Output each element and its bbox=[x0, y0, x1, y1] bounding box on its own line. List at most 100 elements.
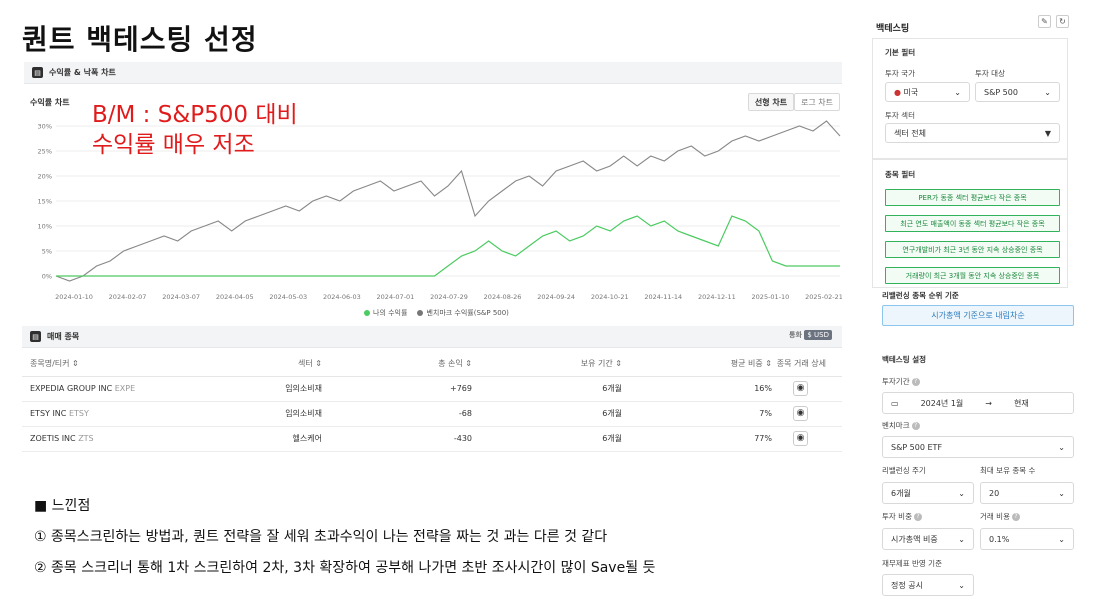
col-header-period[interactable]: 보유 기간 ⇕ bbox=[472, 352, 622, 377]
chevron-down-icon: ⌄ bbox=[1058, 488, 1065, 498]
legend-item-benchmark[interactable]: 벤치마크 수익률(S&P 500) bbox=[417, 308, 509, 318]
trades-panel-header: ▤ 매매 종목 통화 $ USD bbox=[22, 326, 842, 348]
stock-weight: 16% bbox=[622, 376, 772, 402]
settings-title: 백테스팅 설정 bbox=[882, 355, 927, 364]
x-tick-label: 2024-02-07 bbox=[109, 293, 147, 301]
legend-item-my-return[interactable]: 나의 수익률 bbox=[364, 308, 407, 318]
col-header-pnl[interactable]: 총 손익 ⇕ bbox=[322, 352, 472, 377]
chevron-down-icon: ⌄ bbox=[958, 488, 965, 498]
annotation-line-1: B/M : S&P500 대비 bbox=[92, 102, 298, 128]
stock-sector: 임의소비재 bbox=[212, 401, 322, 427]
notes-section: ■ 느낀점 ① 종목스크린하는 방법과, 퀀트 전략을 잘 세워 초과수익이 나… bbox=[34, 495, 655, 588]
stock-weight: 7% bbox=[622, 401, 772, 427]
col-header-sector[interactable]: 섹터 ⇕ bbox=[212, 352, 322, 377]
benchmark-select[interactable]: S&P 500 ETF ⌄ bbox=[882, 436, 1074, 458]
target-select[interactable]: S&P 500 ⌄ bbox=[975, 82, 1060, 102]
target-label: 투자 대상 bbox=[975, 69, 1005, 78]
help-icon[interactable]: ? bbox=[911, 422, 920, 430]
filter-item[interactable]: 최근 연도 매출액이 동종 섹터 평균보다 작은 종목 bbox=[885, 215, 1060, 232]
x-tick-label: 2024-11-14 bbox=[644, 293, 682, 301]
stock-pnl: -430 bbox=[322, 426, 472, 452]
col-header-weight[interactable]: 평균 비중 ⇕ bbox=[622, 352, 772, 377]
notes-line-1: ① 종목스크린하는 방법과, 퀀트 전략을 잘 세워 초과수익이 나는 전략을 … bbox=[34, 529, 608, 545]
rebalance-rank-label: 리밸런싱 종목 순위 기준 bbox=[882, 291, 959, 300]
stock-ticker: EXPE bbox=[114, 384, 136, 393]
x-tick-label: 2024-07-29 bbox=[430, 293, 468, 301]
chart-panel-title: 수익률 & 낙폭 차트 bbox=[49, 68, 116, 77]
annotation-text: B/M : S&P500 대비 수익률 매우 저조 bbox=[92, 100, 298, 160]
rebalance-cycle-label: 리밸런싱 주기 bbox=[882, 466, 926, 475]
x-tick-label: 2024-04-05 bbox=[216, 293, 254, 301]
eye-icon[interactable]: ◉ bbox=[793, 431, 808, 446]
eye-icon[interactable]: ◉ bbox=[793, 406, 808, 421]
filter-icon: ▼ bbox=[1044, 128, 1051, 138]
fee-label: 거래 비용? bbox=[980, 511, 1020, 522]
filter-item[interactable]: 거래량이 최근 3개월 동안 지속 상승중인 종목 bbox=[885, 267, 1060, 284]
stock-filter-title: 종목 필터 bbox=[885, 170, 916, 179]
financial-label: 재무제표 반영 기준 bbox=[882, 559, 942, 568]
x-tick-label: 2024-03-07 bbox=[162, 293, 200, 301]
chart-panel-header: ▤ 수익률 & 낙폭 차트 bbox=[24, 62, 842, 84]
fee-select[interactable]: 0.1% ⌄ bbox=[980, 528, 1074, 550]
chevron-down-icon: ⌄ bbox=[954, 87, 961, 97]
chevron-down-icon: ⌄ bbox=[1044, 87, 1051, 97]
help-icon[interactable]: ? bbox=[1011, 513, 1020, 521]
table-header-row: 종목명/티커 ⇕ 섹터 ⇕ 총 손익 ⇕ 보유 기간 ⇕ 평균 비중 ⇕ 종목 … bbox=[22, 352, 842, 377]
stock-sector: 헬스케어 bbox=[212, 426, 322, 452]
y-tick-label: 25% bbox=[38, 148, 52, 156]
sidebar-title: 백테스팅 bbox=[876, 24, 910, 34]
calendar-icon: ▭ bbox=[891, 398, 899, 408]
table-row[interactable]: ZOETIS INC ZTS 헬스케어 -430 6개월 77% ◉ bbox=[22, 426, 842, 452]
period-range-picker[interactable]: ▭ 2024년 1월 → 현재 bbox=[882, 392, 1074, 414]
y-tick-label: 20% bbox=[38, 173, 52, 181]
stock-pnl: +769 bbox=[322, 376, 472, 402]
rebalance-rank-button[interactable]: 시가총액 기준으로 내림차순 bbox=[882, 305, 1074, 326]
country-label: 투자 국가 bbox=[885, 69, 915, 78]
x-tick-label: 2025-02-21 bbox=[805, 293, 842, 301]
max-holdings-select[interactable]: 20 ⌄ bbox=[980, 482, 1074, 504]
tab-linear-chart[interactable]: 선형 차트 bbox=[748, 93, 794, 111]
my-return-series-line bbox=[56, 215, 840, 277]
table-row[interactable]: EXPEDIA GROUP INC EXPE 임의소비재 +769 6개월 16… bbox=[22, 376, 842, 402]
x-tick-label: 2024-05-03 bbox=[269, 293, 307, 301]
help-icon[interactable]: ? bbox=[911, 378, 920, 386]
currency-badge: 통화 $ USD bbox=[789, 330, 832, 340]
chart-icon: ▤ bbox=[32, 67, 43, 78]
sector-label: 투자 섹터 bbox=[885, 111, 915, 120]
refresh-icon[interactable]: ↻ bbox=[1056, 15, 1069, 28]
weight-select[interactable]: 시가총액 비중 ⌄ bbox=[882, 528, 974, 550]
stock-pnl: -68 bbox=[322, 401, 472, 427]
legend-dot-icon bbox=[417, 310, 424, 316]
financial-select[interactable]: 정정 공시 ⌄ bbox=[882, 574, 974, 596]
col-header-name[interactable]: 종목명/티커 ⇕ bbox=[22, 352, 212, 377]
stock-name: ETSY INC bbox=[30, 409, 67, 418]
y-tick-label: 10% bbox=[38, 223, 52, 231]
list-icon: ▤ bbox=[30, 331, 41, 342]
y-tick-label: 0% bbox=[42, 273, 52, 281]
x-tick-label: 2024-12-11 bbox=[698, 293, 736, 301]
help-icon[interactable]: ? bbox=[913, 513, 922, 521]
eye-icon[interactable]: ◉ bbox=[793, 381, 808, 396]
stock-ticker: ETSY bbox=[68, 409, 89, 418]
filter-item[interactable]: PER가 동종 섹터 평균보다 작은 종목 bbox=[885, 189, 1060, 206]
sector-select[interactable]: 섹터 전체 ▼ bbox=[885, 123, 1060, 143]
us-flag-icon: ● bbox=[894, 87, 901, 97]
filter-item[interactable]: 연구개발비가 최근 3년 동안 지속 상승중인 종목 bbox=[885, 241, 1060, 258]
basic-filter-title: 기본 필터 bbox=[885, 48, 916, 57]
tab-log-chart[interactable]: 로그 차트 bbox=[794, 93, 840, 111]
table-row[interactable]: ETSY INC ETSY 임의소비재 -68 6개월 7% ◉ bbox=[22, 401, 842, 427]
x-tick-label: 2025-01-10 bbox=[752, 293, 790, 301]
stock-period: 6개월 bbox=[472, 426, 622, 452]
chart-legend: 나의 수익률 벤치마크 수익률(S&P 500) bbox=[364, 308, 509, 318]
y-tick-label: 5% bbox=[42, 248, 52, 256]
country-select[interactable]: ● 미국 ⌄ bbox=[885, 82, 970, 102]
stock-period: 6개월 bbox=[472, 401, 622, 427]
benchmark-label: 벤치마크? bbox=[882, 420, 920, 431]
period-label: 투자기간? bbox=[882, 376, 920, 387]
edit-icon[interactable]: ✎ bbox=[1038, 15, 1051, 28]
rebalance-cycle-select[interactable]: 6개월 ⌄ bbox=[882, 482, 974, 504]
chevron-down-icon: ⌄ bbox=[958, 580, 965, 590]
stock-sector: 임의소비재 bbox=[212, 376, 322, 402]
x-tick-label: 2024-07-01 bbox=[377, 293, 415, 301]
weight-label: 투자 비중? bbox=[882, 511, 922, 522]
